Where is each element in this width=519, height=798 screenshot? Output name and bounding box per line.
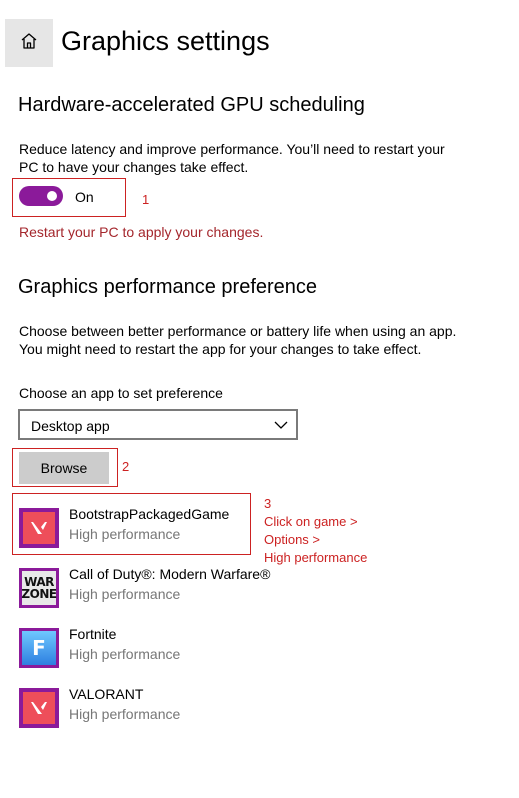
app-name: BootstrapPackagedGame: [69, 506, 230, 522]
valorant-icon: [19, 688, 59, 728]
annotation-step-3: 3 Click on game > Options > High perform…: [264, 495, 367, 567]
app-type-select-value: Desktop app: [31, 418, 110, 434]
annotation-step-3-line3: Options >: [264, 532, 321, 547]
choose-app-label: Choose an app to set preference: [19, 385, 223, 401]
annotation-step-3-number: 3: [264, 496, 272, 511]
app-item-call-of-duty[interactable]: WAR ZONE Call of Duty®: Modern Warfare® …: [19, 566, 270, 610]
app-name: Call of Duty®: Modern Warfare®: [69, 566, 271, 582]
annotation-step-1: 1: [142, 192, 150, 207]
chevron-down-icon: [274, 418, 288, 437]
annotation-step-3-line2: Click on game >: [264, 514, 358, 529]
app-preference: High performance: [69, 706, 181, 722]
app-item-fortnite[interactable]: F Fortnite High performance: [19, 626, 259, 670]
app-name: Fortnite: [69, 626, 117, 642]
valorant-icon: [19, 508, 59, 548]
gpu-desc-line2: PC to have your changes take effect.: [19, 159, 249, 175]
app-type-select[interactable]: Desktop app: [18, 409, 298, 440]
home-icon: [19, 31, 39, 56]
gpu-scheduling-title: Hardware-accelerated GPU scheduling: [18, 94, 365, 116]
toggle-knob: [47, 191, 57, 201]
app-preference: High performance: [69, 526, 181, 542]
fortnite-icon-letter: F: [22, 631, 56, 665]
restart-message: Restart your PC to apply your changes.: [19, 224, 264, 240]
home-button[interactable]: [5, 19, 53, 67]
gpu-scheduling-toggle[interactable]: [19, 186, 63, 206]
fortnite-icon: F: [19, 628, 59, 668]
perf-pref-title: Graphics performance preference: [18, 276, 318, 298]
app-preference: High performance: [69, 586, 181, 602]
perf-pref-description: Choose between better performance or bat…: [19, 322, 456, 358]
annotation-step-3-line4: High performance: [264, 550, 368, 565]
app-item-bootstrappackagedgame[interactable]: BootstrapPackagedGame High performance: [19, 506, 259, 550]
perf-desc-line1: Choose between better performance or bat…: [19, 323, 457, 339]
toggle-state-label: On: [75, 189, 94, 205]
app-name: VALORANT: [69, 686, 144, 702]
perf-desc-line2: You might need to restart the app for yo…: [19, 341, 422, 357]
gpu-scheduling-description: Reduce latency and improve performance. …: [19, 140, 445, 176]
browse-button[interactable]: Browse: [19, 452, 109, 484]
app-item-valorant[interactable]: VALORANT High performance: [19, 686, 259, 730]
warzone-icon-text-2: ZONE: [21, 587, 57, 601]
warzone-icon: WAR ZONE: [19, 568, 59, 608]
app-preference: High performance: [69, 646, 181, 662]
page-title: Graphics settings: [61, 26, 270, 56]
annotation-step-2: 2: [122, 459, 130, 474]
gpu-desc-line1: Reduce latency and improve performance. …: [19, 141, 445, 157]
